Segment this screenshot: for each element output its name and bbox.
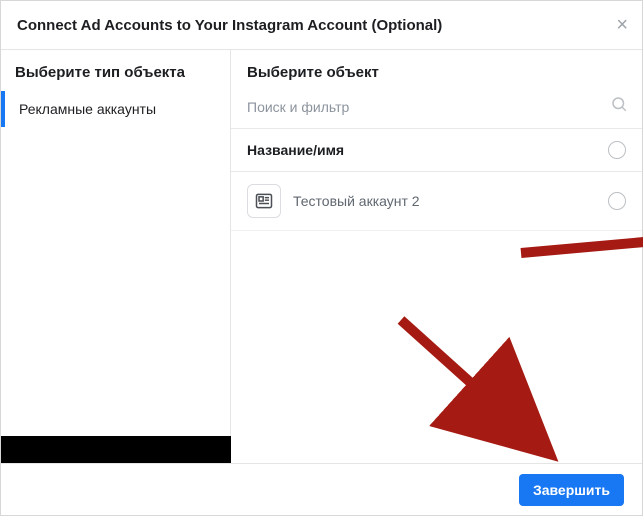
sidebar-item-label: Рекламные аккаунты — [19, 101, 156, 117]
sidebar-item-ad-accounts[interactable]: Рекламные аккаунты — [1, 91, 230, 127]
submit-button[interactable]: Завершить — [519, 474, 624, 506]
sidebar-heading: Выберите тип объекта — [1, 50, 230, 91]
modal-body: Выберите тип объекта Рекламные аккаунты … — [1, 50, 642, 470]
modal-header: Connect Ad Accounts to Your Instagram Ac… — [1, 1, 642, 50]
close-icon[interactable]: × — [616, 15, 628, 35]
search-input[interactable] — [247, 99, 610, 115]
annotation-arrow-icon — [381, 300, 641, 480]
search-icon[interactable] — [610, 95, 628, 118]
main-heading: Выберите объект — [231, 50, 642, 89]
row-label: Тестовый аккаунт 2 — [293, 193, 596, 209]
main-panel: Выберите объект Название/имя — [231, 50, 642, 470]
modal-title: Connect Ad Accounts to Your Instagram Ac… — [17, 17, 442, 34]
row-radio[interactable] — [608, 192, 626, 210]
search-row — [231, 89, 642, 129]
ad-account-icon — [247, 184, 281, 218]
column-header-name: Название/имя — [247, 142, 344, 158]
column-header-row: Название/имя — [231, 129, 642, 172]
select-all-radio[interactable] — [608, 141, 626, 159]
table-row[interactable]: Тестовый аккаунт 2 — [231, 172, 642, 231]
modal-footer: Завершить — [1, 463, 642, 515]
modal: Connect Ad Accounts to Your Instagram Ac… — [0, 0, 643, 516]
sidebar: Выберите тип объекта Рекламные аккаунты — [1, 50, 231, 470]
